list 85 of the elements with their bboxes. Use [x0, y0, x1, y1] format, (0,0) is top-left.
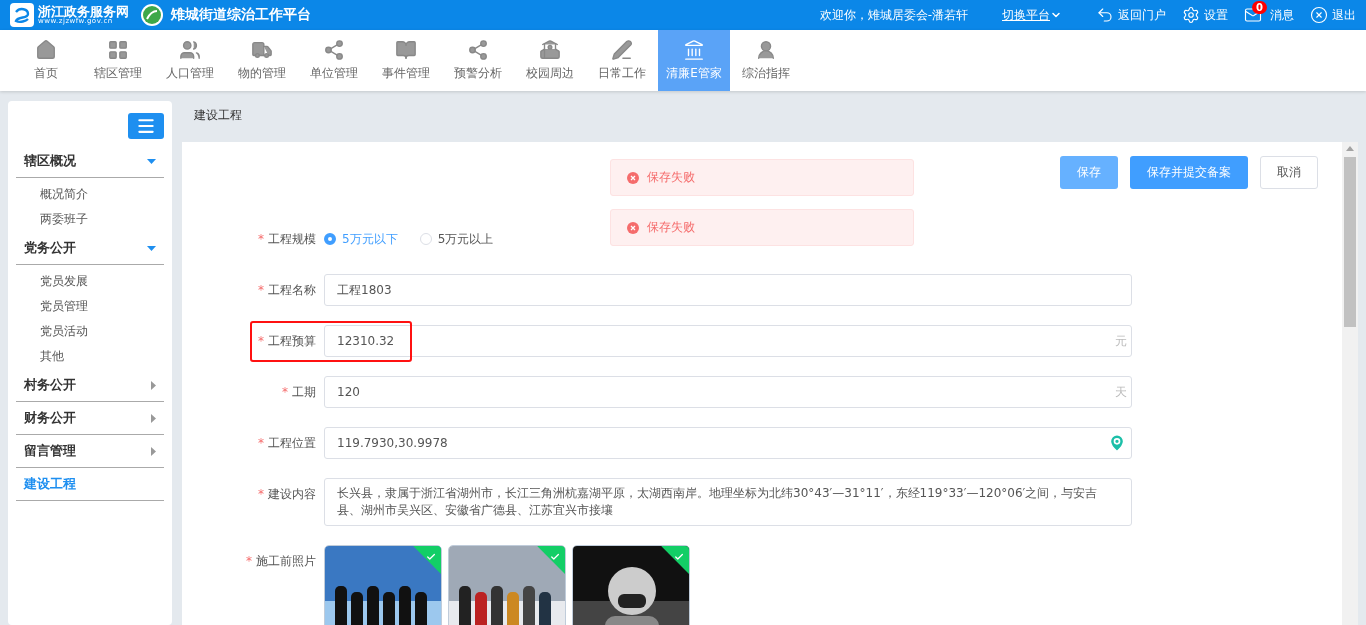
input-field[interactable]: 工程1803 — [324, 274, 1132, 306]
nav-tab[interactable]: 单位管理 — [298, 30, 370, 91]
nav-tab[interactable]: 辖区管理 — [82, 30, 154, 91]
book-icon — [395, 39, 417, 61]
required-mark: * — [258, 487, 264, 501]
nav-tab[interactable]: 首页 — [10, 30, 82, 91]
nav-tab[interactable]: 日常工作 — [586, 30, 658, 91]
users-icon — [179, 39, 201, 61]
caret-right-icon — [151, 413, 156, 423]
back-link[interactable]: 返回门户 — [1096, 6, 1166, 24]
nav-tab[interactable]: 校园周边 — [514, 30, 586, 91]
field-label: 工程规模 — [268, 230, 316, 248]
scrollbar-thumb[interactable] — [1344, 157, 1356, 327]
required-mark: * — [282, 385, 288, 399]
scroll-up-icon — [1346, 146, 1354, 151]
grid-icon — [107, 39, 129, 61]
caret-down-icon — [147, 245, 156, 251]
nav-tab[interactable]: 事件管理 — [370, 30, 442, 91]
radio-option[interactable]: 5万元以上 — [419, 230, 494, 248]
caret-right-icon — [151, 446, 156, 456]
cancel-button[interactable]: 取消 — [1260, 156, 1318, 189]
settings-icon — [1182, 6, 1200, 24]
error-icon — [627, 221, 639, 234]
required-mark: * — [258, 436, 264, 450]
switch-platform-link[interactable]: 切换平台 — [1002, 6, 1062, 24]
sidebar-group[interactable]: 留言管理 — [16, 435, 164, 468]
caret-down-icon — [147, 158, 156, 164]
platform-title: 雉城街道综治工作平台 — [171, 6, 311, 24]
platform-logo-icon — [141, 4, 163, 26]
unit-suffix: 天 — [1115, 383, 1127, 401]
sidebar-item[interactable]: 概况简介 — [16, 182, 164, 207]
required-mark: * — [258, 283, 264, 297]
sidebar-item[interactable]: 党员活动 — [16, 319, 164, 344]
sidebar-group[interactable]: 党务公开 — [16, 232, 164, 265]
error-alert: 保存失败 — [610, 209, 914, 246]
required-mark: * — [258, 334, 264, 348]
nav-tab[interactable]: 人口管理 — [154, 30, 226, 91]
map-pin-icon — [1107, 433, 1127, 453]
field-label: 建设内容 — [268, 485, 316, 503]
unit-suffix: 元 — [1115, 332, 1127, 350]
field-label: 工期 — [292, 383, 316, 401]
nav-tab[interactable]: 预警分析 — [442, 30, 514, 91]
nav-tab[interactable]: 综治指挥 — [730, 30, 802, 91]
breadcrumb: 建设工程 — [193, 107, 243, 124]
field-label: 施工前照片 — [256, 552, 316, 570]
sidebar-group[interactable]: 村务公开 — [16, 369, 164, 402]
error-alert: 保存失败 — [610, 159, 914, 196]
logout-link[interactable]: 退出 — [1310, 6, 1356, 24]
required-mark: * — [258, 232, 264, 246]
caret-right-icon — [151, 380, 156, 390]
message-count-badge: 0 — [1252, 1, 1267, 14]
error-icon — [627, 171, 639, 184]
field-label: 工程预算 — [268, 332, 316, 350]
share-icon — [467, 39, 489, 61]
nav-tab[interactable]: 物的管理 — [226, 30, 298, 91]
sidebar-group[interactable]: 辖区概况 — [16, 145, 164, 178]
settings-link[interactable]: 设置 — [1182, 6, 1228, 24]
home-icon — [35, 39, 57, 61]
portal-name: 浙江政务服务网 — [38, 5, 129, 18]
truck-icon — [251, 39, 273, 61]
landmark-icon — [683, 39, 705, 61]
person-icon — [755, 39, 777, 61]
sidebar-item[interactable]: 党员管理 — [16, 294, 164, 319]
required-mark: * — [246, 554, 252, 568]
field-label: 工程名称 — [268, 281, 316, 299]
undo-arrow-icon — [1096, 6, 1114, 24]
input-field[interactable]: 120 天 — [324, 376, 1132, 408]
sidebar-item[interactable]: 其他 — [16, 344, 164, 369]
input-field[interactable]: 12310.32 元 — [324, 325, 1132, 357]
messages-link[interactable]: 消息 — [1270, 6, 1294, 24]
input-field[interactable]: 119.7930,30.9978 — [324, 427, 1132, 459]
pen-icon — [611, 39, 633, 61]
share-icon — [323, 39, 345, 61]
sidebar-group[interactable]: 财务公开 — [16, 402, 164, 435]
sidebar-item[interactable]: 党员发展 — [16, 269, 164, 294]
portal-logo-icon — [10, 3, 34, 27]
welcome-text: 欢迎你，雉城居委会-潘若轩 — [819, 6, 968, 24]
menu-button[interactable] — [128, 113, 164, 139]
sidebar-item[interactable]: 两委班子 — [16, 207, 164, 232]
menu-icon — [136, 116, 156, 136]
field-label: 工程位置 — [268, 434, 316, 452]
text-area[interactable]: 长兴县，隶属于浙江省湖州市，长江三角洲杭嘉湖平原，太湖西南岸。地理坐标为北纬30°43′—31°11′，东经119°33′—120°06′之间，与安吉县、湖州市吴兴区、安徽省广德县、江苏宜兴市接壤 — [324, 478, 1132, 526]
close-circle-icon — [1310, 6, 1328, 24]
sidebar-group[interactable]: 建设工程 — [16, 468, 164, 501]
school-icon — [539, 39, 561, 61]
